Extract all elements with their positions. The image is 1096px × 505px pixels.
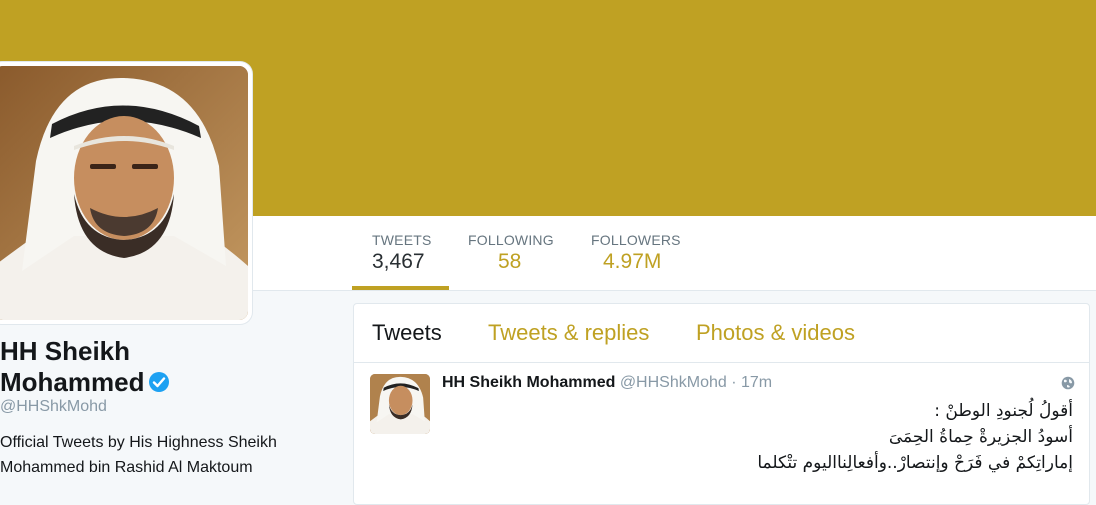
profile-bio: Official Tweets by His Highness Sheikh M… <box>0 434 277 476</box>
verified-icon <box>148 369 170 392</box>
stat-followers[interactable]: FOLLOWERS 4.97M <box>591 232 681 274</box>
stat-active-indicator <box>352 286 449 290</box>
stat-following[interactable]: FOLLOWING 58 <box>468 232 554 274</box>
tab-tweets[interactable]: Tweets <box>372 320 442 346</box>
tweet-author-name[interactable]: HH Sheikh Mohammed <box>442 374 615 391</box>
timeline-card: Tweets Tweets & replies Photos & videos … <box>353 303 1090 505</box>
profile-name-line1: HH Sheikh <box>0 336 131 366</box>
profile-avatar[interactable] <box>0 62 252 324</box>
tweet-line: إماراتِكمْ في فَرَحْ وإنتصارْ..وأفعالِنا… <box>757 453 1073 473</box>
profile-handle[interactable]: @HHShkMohd <box>0 398 107 416</box>
tweet-line: أقولُ لُجنودِ الوطنْ : <box>934 401 1073 421</box>
stat-tweets[interactable]: TWEETS 3,467 <box>372 232 432 274</box>
tweet-separator: · <box>731 374 737 391</box>
tab-photos-videos[interactable]: Photos & videos <box>696 320 855 346</box>
tweet-author-handle[interactable]: @HHShkMohd <box>620 374 727 391</box>
tweet-avatar[interactable] <box>370 374 430 434</box>
tab-tweets-replies[interactable]: Tweets & replies <box>488 320 649 346</box>
profile-name-line2-wrap: Mohammed <box>0 367 170 398</box>
stat-following-value: 58 <box>498 250 522 273</box>
stat-followers-value: 4.97M <box>603 250 662 273</box>
avatar-image <box>0 66 248 320</box>
profile-name-line2: Mohammed <box>0 367 145 397</box>
stat-following-label: FOLLOWING <box>468 232 554 248</box>
tweet-line: أسودُ الجزيرةْ حِماةُ الحِمَىَ <box>888 427 1073 447</box>
globe-icon <box>1061 376 1075 390</box>
profile-name[interactable]: HH Sheikh Mohammed <box>0 336 170 398</box>
timeline-tabs: Tweets Tweets & replies Photos & videos <box>354 304 1089 363</box>
tweet-text: أقولُ لُجنودِ الوطنْ : أسودُ الجزيرةْ حِ… <box>473 398 1073 476</box>
stat-tweets-label: TWEETS <box>372 232 432 248</box>
stat-tweets-value: 3,467 <box>372 250 425 273</box>
stat-followers-label: FOLLOWERS <box>591 232 681 248</box>
tweet-header: HH Sheikh Mohammed @HHShkMohd · 17m <box>442 374 772 392</box>
tweet-timestamp[interactable]: 17m <box>741 374 772 391</box>
